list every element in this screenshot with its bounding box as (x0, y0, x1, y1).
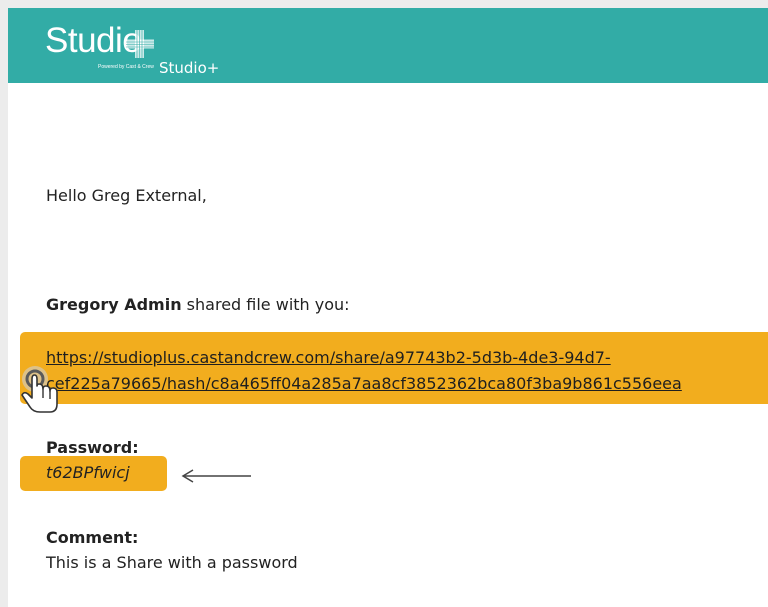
email-body: Studio Powered by Cast & Crew Studio+ He… (8, 8, 768, 607)
share-link-line-1[interactable]: https://studioplus.castandcrew.com/share… (46, 345, 766, 371)
logo-plus-icon (126, 30, 154, 58)
logo-tagline: Powered by Cast & Crew (98, 64, 154, 70)
share-link-line-2[interactable]: cef225a79665/hash/c8a465ff04a285a7aa8cf3… (46, 371, 766, 397)
shared-message: Gregory Admin shared file with you: (46, 295, 350, 315)
greeting: Hello Greg External, (46, 186, 207, 205)
password-label: Password: (46, 438, 139, 457)
comment-text: This is a Share with a password (46, 553, 298, 572)
comment-label: Comment: (46, 528, 139, 547)
password-value: t62BPfwicj (46, 463, 130, 482)
email-header: Studio Powered by Cast & Crew Studio+ (8, 8, 768, 83)
share-link[interactable]: https://studioplus.castandcrew.com/share… (46, 345, 766, 397)
header-title: Studio+ (159, 59, 220, 77)
sender-name: Gregory Admin (46, 295, 182, 314)
hand-pointer-icon (21, 366, 58, 413)
shared-text: shared file with you: (181, 295, 350, 314)
arrow-left-icon (181, 469, 251, 483)
